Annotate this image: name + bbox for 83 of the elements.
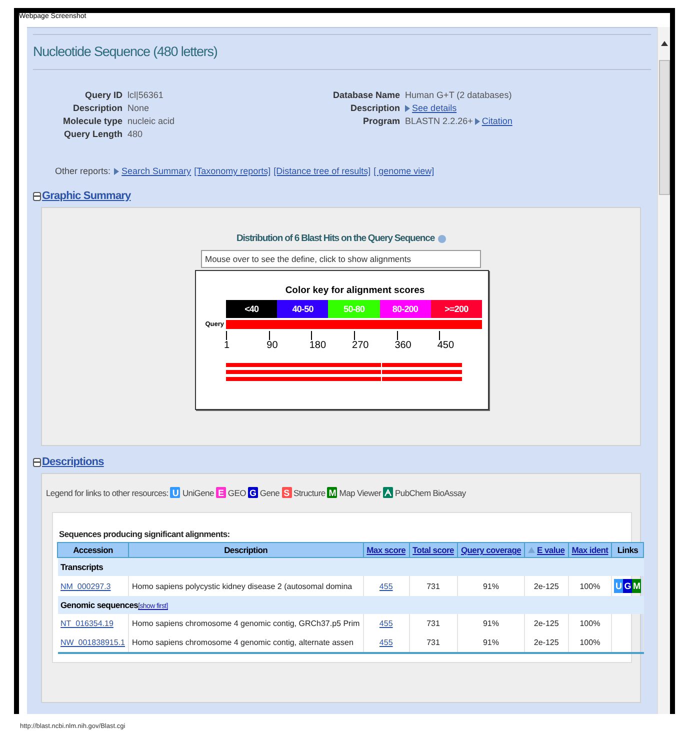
- legend-label: UniGene: [182, 488, 214, 498]
- accession-link[interactable]: NT_016354.19: [60, 619, 114, 628]
- legend-label: GEO: [228, 488, 246, 498]
- info-field[interactable]: Mouse over to see the define, click to show alignments: [201, 250, 481, 268]
- table-cell: 100%: [568, 633, 612, 653]
- citation-link[interactable]: Citation: [482, 116, 512, 126]
- section-link[interactable]: Descriptions: [42, 456, 104, 468]
- report-link[interactable]: [Distance tree of results]: [274, 166, 371, 176]
- tick-label: 270: [352, 340, 369, 351]
- field-label: Database Name: [333, 90, 400, 100]
- legend-label: Legend for links to other resources:: [46, 488, 168, 498]
- chart-title: Distribution of 6 Blast Hits on the Query Sequence: [236, 233, 435, 244]
- legend-label: Gene: [260, 488, 280, 498]
- table-cell: Homo sapiens chromosome 4 genomic contig, alternate assen: [128, 633, 364, 653]
- table-cell: 2e-125: [524, 614, 568, 633]
- field-label: Query ID: [84, 90, 123, 100]
- scroll-thumb[interactable]: [658, 60, 670, 195]
- report-link[interactable]: [Taxonomy reports]: [194, 166, 271, 176]
- details-link[interactable]: See details: [412, 103, 457, 113]
- tick-label: 90: [266, 340, 278, 351]
- report-link[interactable]: Search Summary: [122, 166, 192, 176]
- field-value: None: [128, 103, 150, 113]
- column-header: Links: [617, 545, 638, 555]
- resource-badge: E: [216, 487, 226, 498]
- field-label: Query Length: [63, 129, 123, 139]
- legend-label: PubChem BioAssay: [395, 488, 466, 498]
- accession-link[interactable]: NM_000297.3: [60, 582, 111, 590]
- field-label: Description: [350, 103, 400, 113]
- triangle-icon: [114, 168, 119, 174]
- scroll-up-icon[interactable]: [660, 41, 668, 46]
- field-value: lcl|56361: [128, 90, 164, 100]
- page-heading: Nucleotide Sequence (480 letters): [33, 43, 218, 61]
- collapse-icon[interactable]: [33, 458, 41, 466]
- field-value: nucleic acid: [128, 116, 176, 126]
- color-key-swatch: <40: [226, 300, 278, 318]
- table-cell: 2e-125: [524, 633, 568, 653]
- resource-badge: M: [327, 487, 338, 498]
- collapse-icon[interactable]: [33, 192, 41, 200]
- triangle-icon: [474, 118, 480, 124]
- tick-label: 360: [394, 340, 412, 351]
- resource-badge: G: [248, 487, 258, 498]
- scrollbar[interactable]: [657, 27, 670, 714]
- resource-badge[interactable]: G: [623, 579, 632, 593]
- key-title: Color key for alignment scores: [284, 285, 426, 296]
- score-link[interactable]: 455: [379, 582, 393, 590]
- table-title: Sequences producing significant alignments:: [58, 529, 231, 541]
- table-cell: 731: [409, 633, 458, 653]
- color-key-swatch: 40-50: [277, 300, 328, 318]
- color-key-swatch: 80-200: [380, 300, 431, 318]
- hit-bars-drawing[interactable]: [226, 363, 462, 382]
- report-link[interactable]: [ genome view]: [374, 166, 434, 176]
- resource-badge: U: [170, 487, 180, 498]
- score-link[interactable]: 455: [379, 638, 393, 647]
- table-cell: 731: [409, 614, 458, 633]
- field-value: 480: [128, 129, 144, 139]
- group-title: Transcripts: [60, 562, 104, 572]
- sort-icon: [528, 547, 536, 553]
- group-title: Genomic sequences: [60, 600, 138, 610]
- legend-label: Structure: [294, 488, 326, 498]
- resource-badge: S: [282, 487, 292, 498]
- tick-label: 1: [224, 340, 230, 351]
- table-cell: 100%: [568, 614, 612, 633]
- color-key-swatch: >=200: [430, 300, 482, 318]
- table-cell: 91%: [457, 633, 525, 653]
- field-value: Human G+T (2 databases): [405, 90, 513, 100]
- table-cell: Homo sapiens chromosome 4 genomic contig, GRCh37.p5 Prim: [128, 614, 364, 633]
- section-link[interactable]: Graphic Summary: [42, 190, 131, 202]
- field-label: Molecule type: [63, 116, 123, 126]
- legend-label: Map Viewer: [339, 488, 382, 498]
- field-label: Program: [362, 116, 400, 126]
- field-label: Description: [72, 103, 123, 113]
- tick-label: 450: [437, 340, 454, 351]
- score-link[interactable]: 455: [379, 619, 393, 628]
- field-value: BLASTN 2.2.26+: [405, 116, 473, 126]
- column-header: Accession: [73, 545, 113, 555]
- color-key-swatch: 50-80: [328, 300, 380, 318]
- triangle-icon: [405, 104, 410, 112]
- reports-label: Other reports:: [55, 166, 111, 176]
- accession-link[interactable]: NW_001838915.1: [60, 638, 125, 647]
- table-cell: 91%: [457, 614, 525, 633]
- tick-label: 180: [309, 340, 326, 351]
- column-header: Description: [224, 545, 268, 555]
- resource-badge[interactable]: M: [632, 579, 642, 593]
